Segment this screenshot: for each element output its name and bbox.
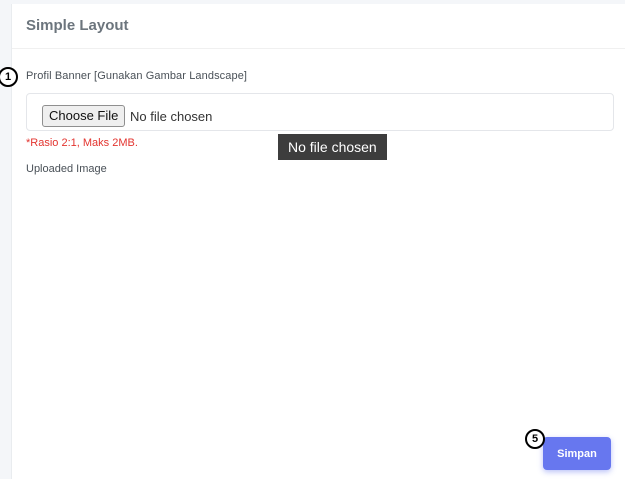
choose-file-button[interactable]: Choose File — [42, 105, 126, 127]
save-button[interactable]: Simpan — [543, 437, 611, 470]
step-marker-5: 5 — [525, 429, 545, 449]
card-header: Simple Layout — [12, 4, 625, 49]
file-status-text: No file chosen — [130, 109, 213, 124]
file-input-tooltip: No file chosen — [278, 134, 387, 160]
page: Simple Layout Profil Banner [Gunakan Gam… — [0, 0, 625, 479]
banner-file-input[interactable]: Choose File No file chosen — [26, 93, 614, 131]
file-size-hint: *Rasio 2:1, Maks 2MB. — [26, 137, 138, 149]
page-title: Simple Layout — [26, 17, 129, 34]
uploaded-image-label: Uploaded Image — [26, 163, 107, 175]
content-card: Simple Layout Profil Banner [Gunakan Gam… — [11, 4, 625, 479]
banner-field-label: Profil Banner [Gunakan Gambar Landscape] — [26, 70, 248, 82]
